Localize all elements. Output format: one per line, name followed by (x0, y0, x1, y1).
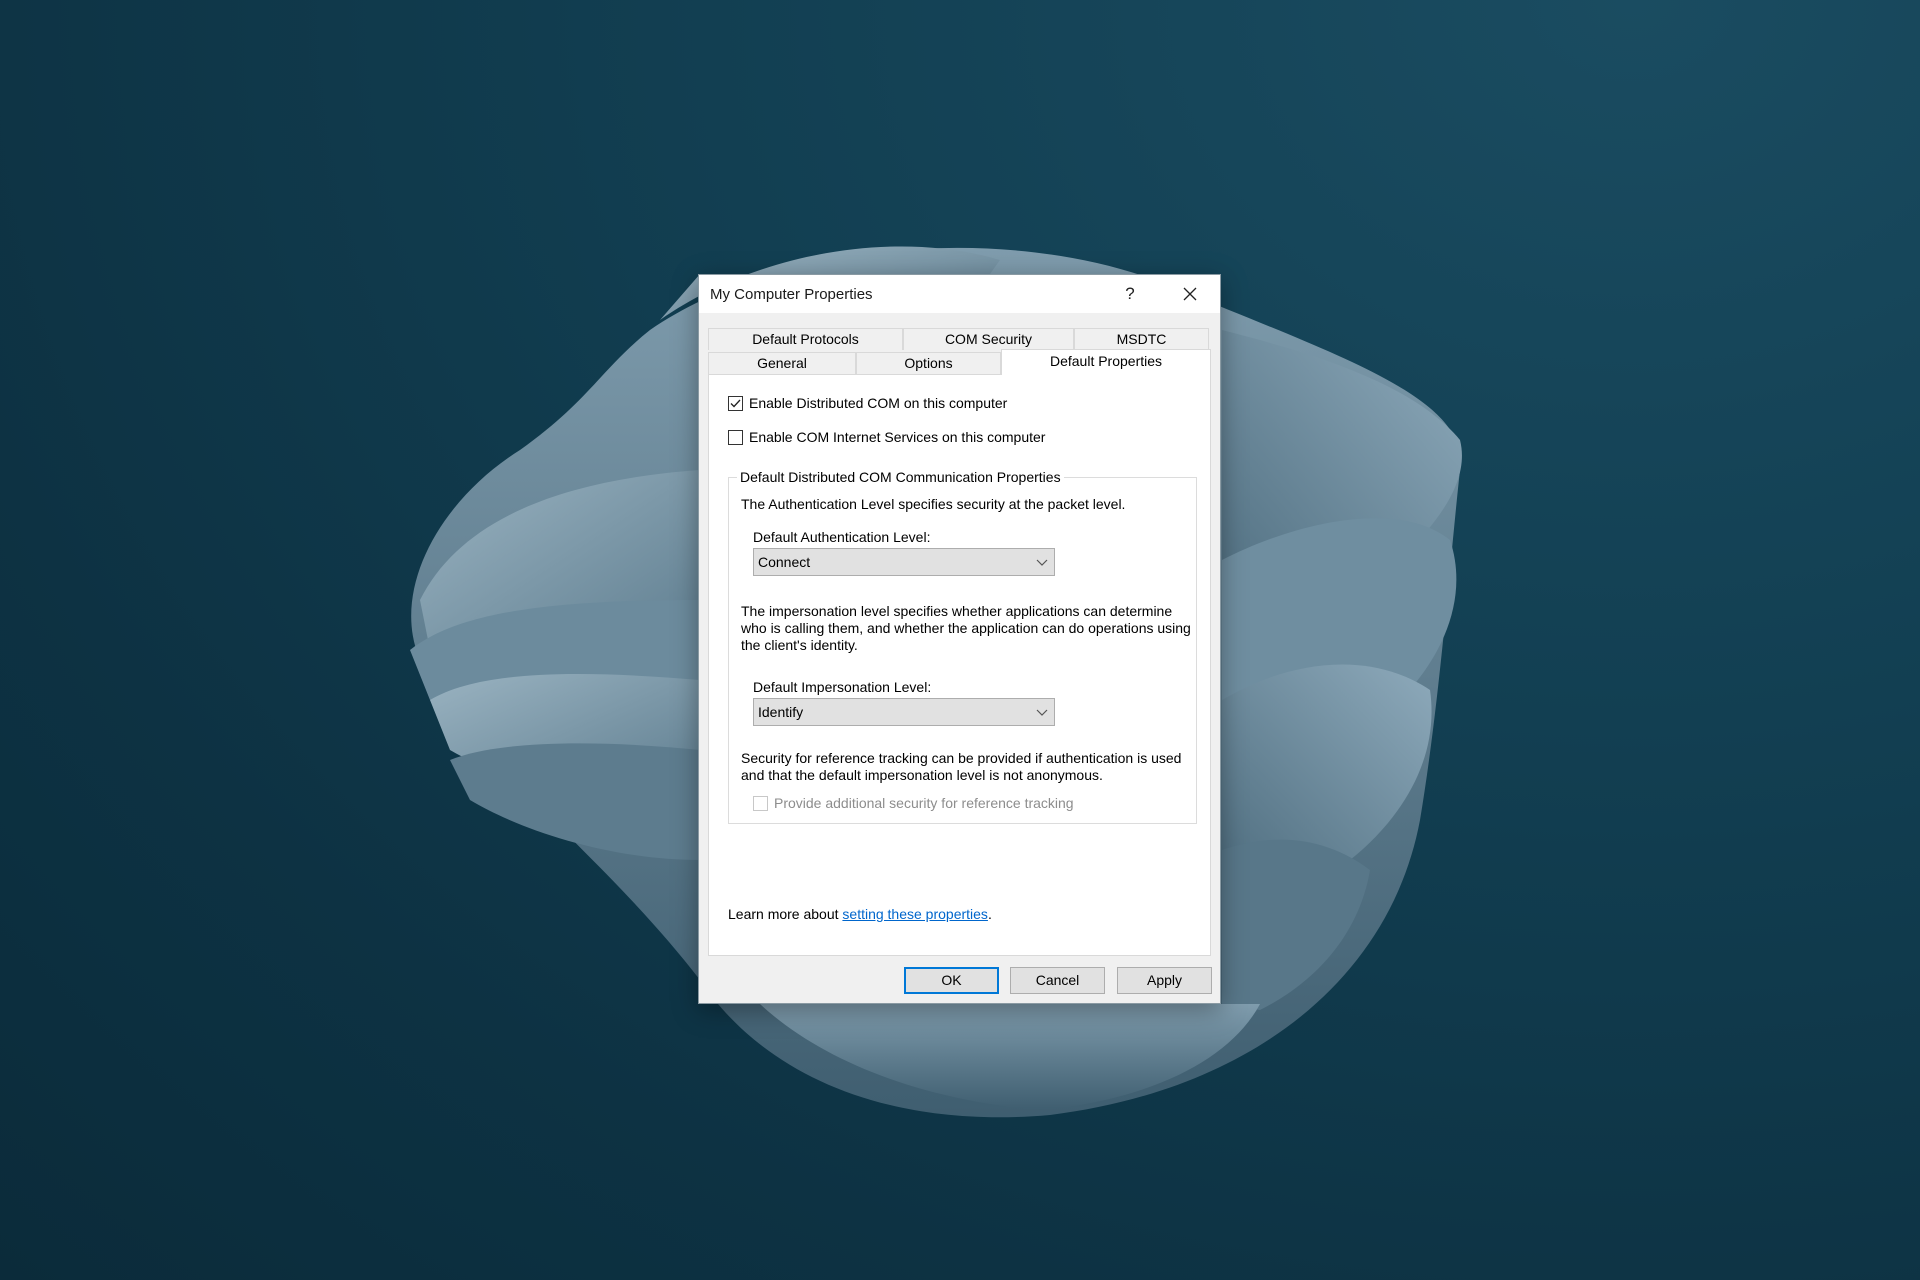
chevron-down-icon (1036, 559, 1048, 566)
close-button[interactable] (1167, 275, 1213, 313)
tab-label: Options (904, 355, 953, 371)
dcom-communication-group: Default Distributed COM Communication Pr… (728, 469, 1197, 824)
enable-dcom-checkbox[interactable] (728, 396, 743, 411)
impersonation-level-value: Identify (758, 704, 804, 720)
learn-more-prefix: Learn more about (728, 906, 843, 922)
question-mark-icon: ? (1125, 284, 1135, 303)
reference-tracking-description: Security for reference tracking can be p… (741, 750, 1182, 783)
learn-more-text: Learn more about setting these propertie… (728, 906, 992, 922)
tab-label: Default Properties (1049, 353, 1163, 369)
enable-com-internet-services-checkbox[interactable] (728, 430, 743, 445)
authentication-level-label: Default Authentication Level: (753, 529, 931, 545)
title-bar[interactable]: My Computer Properties ? (699, 275, 1220, 313)
setting-properties-link[interactable]: setting these properties (842, 906, 988, 922)
tab-default-properties[interactable]: Default Properties (1001, 349, 1211, 375)
authentication-level-dropdown[interactable]: Connect (753, 548, 1055, 576)
properties-dialog: My Computer Properties ? Default Protoco… (698, 274, 1221, 1004)
cancel-button[interactable]: Cancel (1010, 967, 1105, 994)
tab-com-security[interactable]: COM Security (903, 328, 1074, 350)
tab-options[interactable]: Options (856, 352, 1001, 375)
authentication-description: The Authentication Level specifies secur… (741, 496, 1126, 512)
authentication-level-value: Connect (758, 554, 811, 570)
checkmark-icon (730, 399, 741, 408)
impersonation-level-label: Default Impersonation Level: (753, 679, 932, 695)
dialog-title: My Computer Properties (710, 286, 873, 303)
impersonation-level-dropdown[interactable]: Identify (753, 698, 1055, 726)
group-title: Default Distributed COM Communication Pr… (737, 469, 1064, 485)
tab-default-protocols[interactable]: Default Protocols (708, 328, 903, 350)
impersonation-description: The impersonation level specifies whethe… (741, 603, 1191, 653)
tab-label: MSDTC (1116, 331, 1167, 347)
reference-tracking-label: Provide additional security for referenc… (774, 795, 1074, 811)
enable-com-internet-services-label[interactable]: Enable COM Internet Services on this com… (749, 429, 1045, 445)
chevron-down-icon (1036, 709, 1048, 716)
enable-dcom-label[interactable]: Enable Distributed COM on this computer (749, 395, 1007, 411)
close-icon (1183, 287, 1197, 301)
tab-label: COM Security (944, 331, 1033, 347)
tab-general[interactable]: General (708, 352, 856, 375)
tab-label: Default Protocols (752, 331, 859, 347)
ok-button[interactable]: OK (904, 967, 999, 994)
learn-more-suffix: . (987, 906, 992, 922)
help-button[interactable]: ? (1107, 275, 1153, 313)
tab-panel-default-properties: Enable Distributed COM on this computer … (708, 374, 1211, 956)
reference-tracking-checkbox[interactable] (753, 796, 768, 811)
tab-label: General (757, 355, 807, 371)
tab-msdtc[interactable]: MSDTC (1074, 328, 1209, 350)
apply-button[interactable]: Apply (1117, 967, 1212, 994)
